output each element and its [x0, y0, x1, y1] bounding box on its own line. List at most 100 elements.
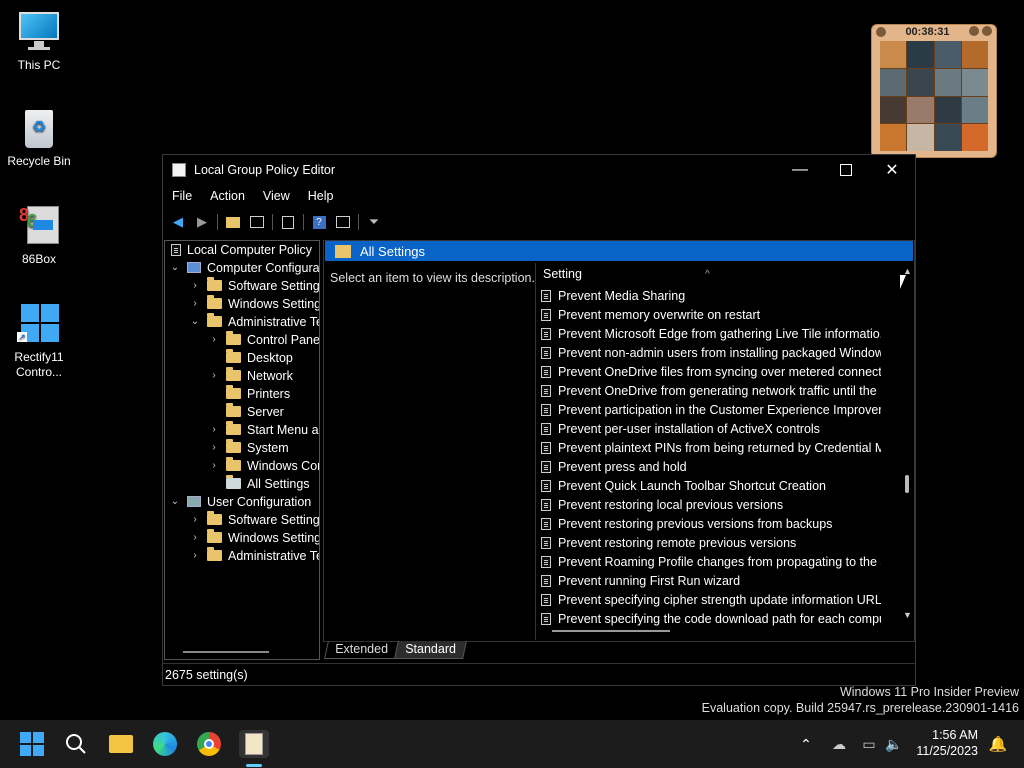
chevron-right-icon[interactable]: ›	[208, 421, 220, 439]
tree-item-administrative-templates[interactable]: Administrative Te	[207, 313, 319, 331]
tree-item-server[interactable]: Server	[226, 403, 284, 421]
show-hide-tree-icon[interactable]	[248, 213, 266, 231]
search-button[interactable]	[62, 730, 90, 758]
list-item[interactable]: Prevent per-user installation of ActiveX…	[541, 420, 881, 439]
chevron-down-icon[interactable]: ⌄	[169, 493, 181, 511]
tree-item-printers[interactable]: Printers	[226, 385, 290, 403]
list-item[interactable]: Prevent non-admin users from installing …	[541, 344, 881, 363]
chevron-up-icon[interactable]: ⌃	[792, 730, 820, 758]
chevron-right-icon[interactable]: ›	[189, 547, 201, 565]
minimize-button[interactable]: —	[777, 155, 823, 185]
tree-horizontal-scrollbar[interactable]	[183, 651, 269, 653]
forward-arrow-icon[interactable]: ▶	[193, 213, 211, 231]
list-item[interactable]: Prevent press and hold	[541, 458, 881, 477]
scroll-down-icon[interactable]: ▼	[903, 610, 912, 620]
group-policy-taskbar-button[interactable]	[239, 730, 269, 758]
menu-action[interactable]: Action	[201, 189, 254, 203]
start-button[interactable]	[18, 730, 46, 758]
desktop-icon-recycle-bin[interactable]: ♻ Recycle Bin	[1, 106, 77, 169]
menu-file[interactable]: File	[163, 189, 201, 203]
folder-icon	[226, 331, 241, 345]
tree-item-root[interactable]: Local Computer Policy	[171, 241, 312, 259]
chevron-right-icon[interactable]: ›	[208, 367, 220, 385]
file-explorer-button[interactable]	[107, 730, 135, 758]
tree-item-control-panel[interactable]: Control Panel	[226, 331, 319, 349]
desktop-icon-86box[interactable]: 8 6 86Box	[1, 204, 77, 267]
tree-item-desktop[interactable]: Desktop	[226, 349, 293, 367]
list-item[interactable]: Prevent memory overwrite on restart	[541, 306, 881, 325]
list-item[interactable]: Prevent participation in the Customer Ex…	[541, 401, 881, 420]
policy-setting-icon	[541, 404, 551, 416]
help-icon[interactable]: ?	[310, 213, 328, 231]
list-item[interactable]: Prevent Microsoft Edge from gathering Li…	[541, 325, 881, 344]
desktop-icon-rectify11[interactable]: ↗ Rectify11 Contro...	[1, 302, 77, 380]
horizontal-scrollbar[interactable]	[552, 630, 670, 632]
menu-help[interactable]: Help	[299, 189, 343, 203]
tree-item-user-administrative-templates[interactable]: Administrative Te	[207, 547, 319, 565]
tree-item-user-configuration[interactable]: User Configuration	[187, 493, 311, 511]
tree-item-system[interactable]: System	[226, 439, 289, 457]
group-policy-window[interactable]: Local Group Policy Editor — ✕ File Actio…	[162, 154, 916, 686]
notification-bell-icon[interactable]: 🔔	[984, 730, 1012, 758]
back-arrow-icon[interactable]: ◀	[169, 213, 187, 231]
list-item[interactable]: Prevent specifying cipher strength updat…	[541, 591, 881, 610]
clock[interactable]: 1:56 AM 11/25/2023	[916, 727, 978, 759]
list-item[interactable]: Prevent restoring local previous version…	[541, 496, 881, 515]
tree-item-user-windows-settings[interactable]: Windows Setting	[207, 529, 319, 547]
vertical-scrollbar[interactable]: ▲ ▼	[903, 266, 912, 620]
list-item[interactable]: Prevent specifying the code download pat…	[541, 610, 881, 629]
recycle-bin-icon: ♻	[17, 106, 61, 150]
maximize-button[interactable]	[823, 155, 869, 185]
properties-icon[interactable]	[334, 213, 352, 231]
scroll-thumb[interactable]	[905, 475, 909, 493]
settings-list[interactable]: Setting ^ Prevent Media Sharing Prevent m…	[535, 263, 913, 640]
list-item[interactable]: Prevent OneDrive from generating network…	[541, 382, 881, 401]
list-item[interactable]: Prevent Media Sharing	[541, 287, 881, 306]
help-icon[interactable]	[968, 25, 979, 36]
list-item[interactable]: Prevent Roaming Profile changes from pro…	[541, 553, 881, 572]
desktop-icon-this-pc[interactable]: This PC	[1, 10, 77, 73]
chevron-right-icon[interactable]: ›	[189, 529, 201, 547]
chevron-right-icon[interactable]: ›	[208, 331, 220, 349]
chevron-right-icon[interactable]: ›	[189, 277, 201, 295]
chevron-right-icon[interactable]: ›	[208, 457, 220, 475]
tree-item-all-settings[interactable]: All Settings	[226, 475, 310, 493]
chevron-right-icon[interactable]: ›	[208, 439, 220, 457]
list-item[interactable]: Prevent restoring remote previous versio…	[541, 534, 881, 553]
close-button[interactable]: ✕	[869, 155, 915, 185]
edge-button[interactable]	[151, 730, 179, 758]
chevron-right-icon[interactable]: ›	[189, 511, 201, 529]
close-icon[interactable]	[981, 25, 992, 36]
back-icon[interactable]	[876, 27, 886, 37]
chevron-right-icon[interactable]: ›	[189, 295, 201, 313]
list-item[interactable]: Prevent Quick Launch Toolbar Shortcut Cr…	[541, 477, 881, 496]
list-item-label: Prevent specifying the code download pat…	[558, 612, 881, 626]
chevron-down-icon[interactable]: ⌄	[189, 313, 201, 331]
tree-item-software-settings[interactable]: Software Settings	[207, 277, 319, 295]
tree-item-start-menu[interactable]: Start Menu ar	[226, 421, 319, 439]
puzzle-grid[interactable]	[880, 41, 988, 151]
chevron-down-icon[interactable]: ⌄	[169, 259, 181, 277]
network-icon[interactable]: ▭	[855, 730, 883, 758]
up-folder-icon[interactable]	[224, 213, 242, 231]
column-header-setting[interactable]: Setting	[543, 267, 582, 281]
tree-item-windows-settings[interactable]: Windows Setting	[207, 295, 319, 313]
list-item[interactable]: Prevent restoring previous versions from…	[541, 515, 881, 534]
tree-item-computer-configuration[interactable]: Computer Configura	[187, 259, 319, 277]
tree-pane[interactable]: Local Computer Policy ⌄ Computer Configu…	[164, 240, 320, 660]
tab-extended[interactable]: Extended	[324, 641, 399, 659]
chrome-button[interactable]	[195, 730, 223, 758]
onedrive-icon[interactable]: ☁	[825, 730, 853, 758]
tree-item-windows-components[interactable]: Windows Cor	[226, 457, 319, 475]
volume-icon[interactable]: 🔈	[880, 730, 908, 758]
list-item[interactable]: Prevent running First Run wizard	[541, 572, 881, 591]
puzzle-widget[interactable]: 00:38:31	[871, 24, 997, 158]
list-item[interactable]: Prevent OneDrive files from syncing over…	[541, 363, 881, 382]
tree-item-network[interactable]: Network	[226, 367, 293, 385]
tab-standard[interactable]: Standard	[393, 641, 467, 659]
filter-icon[interactable]: ⏷	[365, 213, 383, 231]
list-item[interactable]: Prevent plaintext PINs from being return…	[541, 439, 881, 458]
tree-item-user-software-settings[interactable]: Software Settings	[207, 511, 319, 529]
export-list-icon[interactable]	[279, 213, 297, 231]
menu-view[interactable]: View	[254, 189, 299, 203]
